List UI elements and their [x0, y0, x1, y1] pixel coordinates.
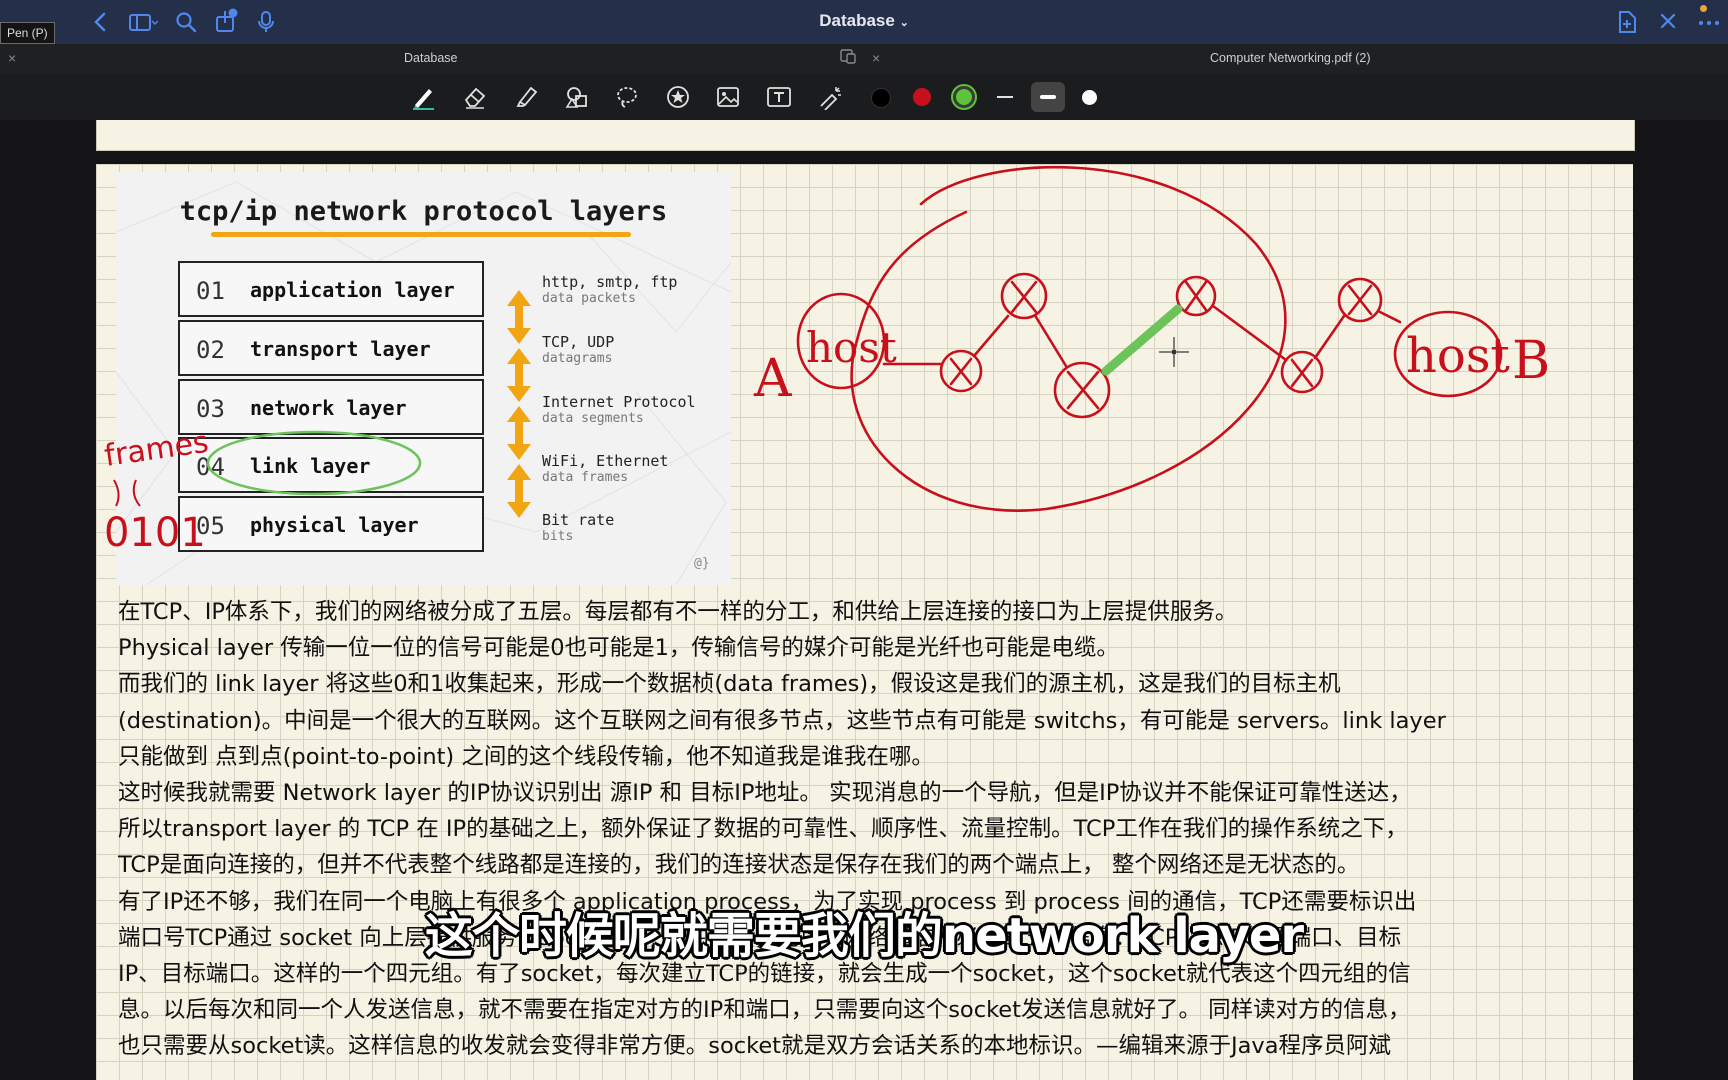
notes-text[interactable]: 在TCP、IP体系下，我们的网络被分成了五层。每层都有不一样的分工，和供给上层连… — [118, 594, 1618, 1065]
text-box-icon[interactable] — [764, 82, 794, 112]
notes-line: (destination)。中间是一个很大的互联网。这个互联网之间有很多节点，这… — [118, 707, 1446, 734]
close-icon[interactable] — [1658, 11, 1678, 36]
video-subtitle: 这个时候呢就需要我们的network layer — [424, 908, 1304, 964]
host-a-letter: A — [753, 349, 793, 409]
eraser-icon[interactable] — [460, 82, 490, 112]
router-cross — [1184, 280, 1208, 312]
link-line — [1034, 315, 1068, 368]
sticker-icon[interactable] — [663, 82, 693, 112]
handwritten-slide-annotations: frames 0101 — [102, 425, 422, 556]
drawing-toolbar — [0, 74, 1728, 120]
highlighter-icon[interactable] — [512, 82, 542, 112]
add-page-icon[interactable] — [1616, 10, 1638, 39]
notes-line: 而我们的 link layer 将这些0和1收集起来，形成一个数据桢(data … — [118, 671, 1341, 698]
stroke-thin-option[interactable] — [997, 96, 1013, 98]
host-b-label: host — [1406, 328, 1510, 384]
notification-dot — [1700, 5, 1707, 12]
stroke-thick-option[interactable] — [1082, 90, 1097, 105]
window-title-text: Database — [819, 11, 895, 30]
link-line — [1378, 310, 1402, 324]
split-view-icon[interactable] — [840, 48, 856, 67]
top-bar: Pen (P) Database ⌄ — [0, 0, 1728, 44]
router-cross — [1066, 370, 1100, 410]
frames-note: frames — [102, 425, 210, 474]
frames-arrow — [113, 479, 141, 507]
notes-line: 所以transport layer 的 TCP 在 IP的基础之上，额外保证了数… — [118, 816, 1408, 843]
shapes-icon[interactable] — [562, 82, 592, 112]
stroke-medium-option[interactable] — [1031, 82, 1065, 112]
host-a-label: host — [806, 323, 897, 372]
link-layer-circle — [206, 430, 422, 496]
link-line — [1211, 304, 1288, 362]
router-cross — [1347, 284, 1373, 316]
pen-icon[interactable] — [408, 82, 438, 112]
notes-line: 只能做到 点到点(point-to-point) 之间的这个线段传输，他不知道我… — [118, 743, 934, 770]
highlighted-link — [1101, 304, 1183, 376]
close-tab-icon[interactable]: × — [872, 50, 880, 66]
link-line — [1313, 314, 1346, 360]
network-sketch: A host host B — [753, 165, 1550, 512]
router-cross — [1290, 358, 1314, 388]
more-icon[interactable] — [1697, 11, 1721, 36]
tab-computer-networking[interactable]: Computer Networking.pdf (2) — [1210, 51, 1370, 65]
notes-line: 这时候我就需要 Network layer 的IP协议识别出 源IP 和 目标I… — [118, 780, 1412, 807]
router-cross — [949, 357, 973, 386]
notes-line: 在TCP、IP体系下，我们的网络被分成了五层。每层都有不一样的分工，和供给上层连… — [118, 599, 1238, 625]
notes-line: 息。以后每次和同一个人发送信息，就不需要在指定对方的IP和端口，只需要向这个so… — [118, 997, 1411, 1024]
router-cross — [1010, 280, 1038, 314]
lasso-icon[interactable] — [612, 82, 642, 112]
previous-page — [96, 120, 1635, 151]
close-tab-icon[interactable]: × — [8, 50, 16, 66]
link-line — [972, 314, 1010, 358]
laser-pointer-icon[interactable] — [815, 82, 845, 112]
crosshair-cursor-icon — [1159, 337, 1189, 367]
color-black-swatch[interactable] — [871, 88, 891, 108]
notes-line: TCP是面向连接的，但并不代表整个线路都是连接的，我们的连接状态是保存在我们的两… — [118, 852, 1360, 879]
image-icon[interactable] — [713, 82, 743, 112]
chevron-down-icon: ⌄ — [899, 17, 909, 29]
stroke-medium-bar — [1040, 95, 1056, 99]
internet-cloud-outline — [850, 165, 1287, 512]
color-red-swatch[interactable] — [913, 88, 931, 106]
tab-bar: × Database × Computer Networking.pdf (2) — [0, 44, 1728, 74]
notes-line: Physical layer 传输一位一位的信号可能是0也可能是1，传输信号的媒… — [118, 635, 1119, 662]
notes-line: 也只需要从socket读。这样信息的收发就会变得非常方便。socket就是双方会… — [118, 1033, 1392, 1060]
color-green-swatch[interactable] — [953, 86, 975, 108]
bits-note: 0101 — [104, 510, 206, 556]
host-b-letter: B — [1512, 331, 1550, 391]
window-title[interactable]: Database ⌄ — [0, 11, 1728, 31]
tab-database[interactable]: Database — [404, 51, 458, 65]
